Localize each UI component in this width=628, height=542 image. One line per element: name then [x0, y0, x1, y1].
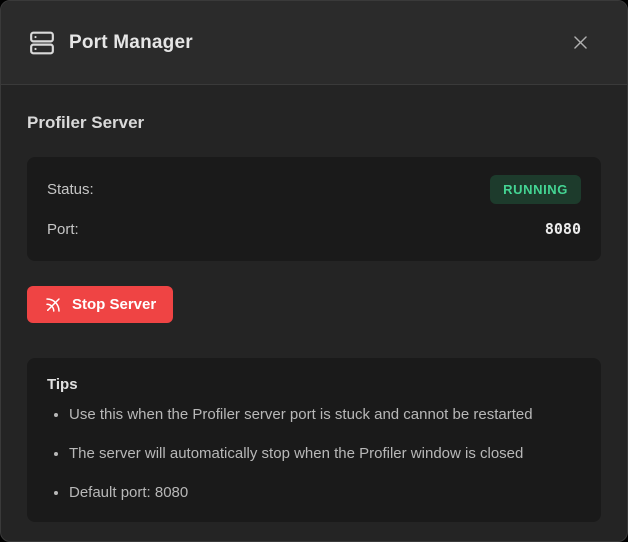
- server-icon: [29, 30, 55, 56]
- tips-list: Use this when the Profiler server port i…: [47, 404, 581, 504]
- tip-item: The server will automatically stop when …: [69, 443, 581, 465]
- tips-title: Tips: [47, 376, 581, 393]
- port-label: Port:: [47, 221, 79, 238]
- dialog-title: Port Manager: [69, 32, 193, 54]
- tips-card: Tips Use this when the Profiler server p…: [27, 358, 601, 522]
- signal-off-icon: [44, 296, 62, 314]
- tip-item: Use this when the Profiler server port i…: [69, 404, 581, 426]
- tip-item: Default port: 8080: [69, 482, 581, 504]
- status-badge: RUNNING: [490, 175, 581, 204]
- status-card: Status: RUNNING Port: 8080: [27, 157, 601, 261]
- port-value: 8080: [545, 220, 581, 238]
- stop-server-label: Stop Server: [72, 296, 156, 313]
- close-button[interactable]: [563, 26, 597, 60]
- port-row: Port: 8080: [47, 213, 581, 245]
- titlebar: Port Manager: [1, 1, 627, 85]
- dialog-body: Profiler Server Status: RUNNING Port: 80…: [1, 85, 627, 542]
- stop-server-button[interactable]: Stop Server: [27, 286, 173, 323]
- status-row: Status: RUNNING: [47, 173, 581, 205]
- close-icon: [571, 33, 590, 52]
- port-manager-dialog: Port Manager Profiler Server Status: RUN…: [0, 0, 628, 542]
- status-label: Status:: [47, 181, 94, 198]
- section-title: Profiler Server: [27, 113, 601, 133]
